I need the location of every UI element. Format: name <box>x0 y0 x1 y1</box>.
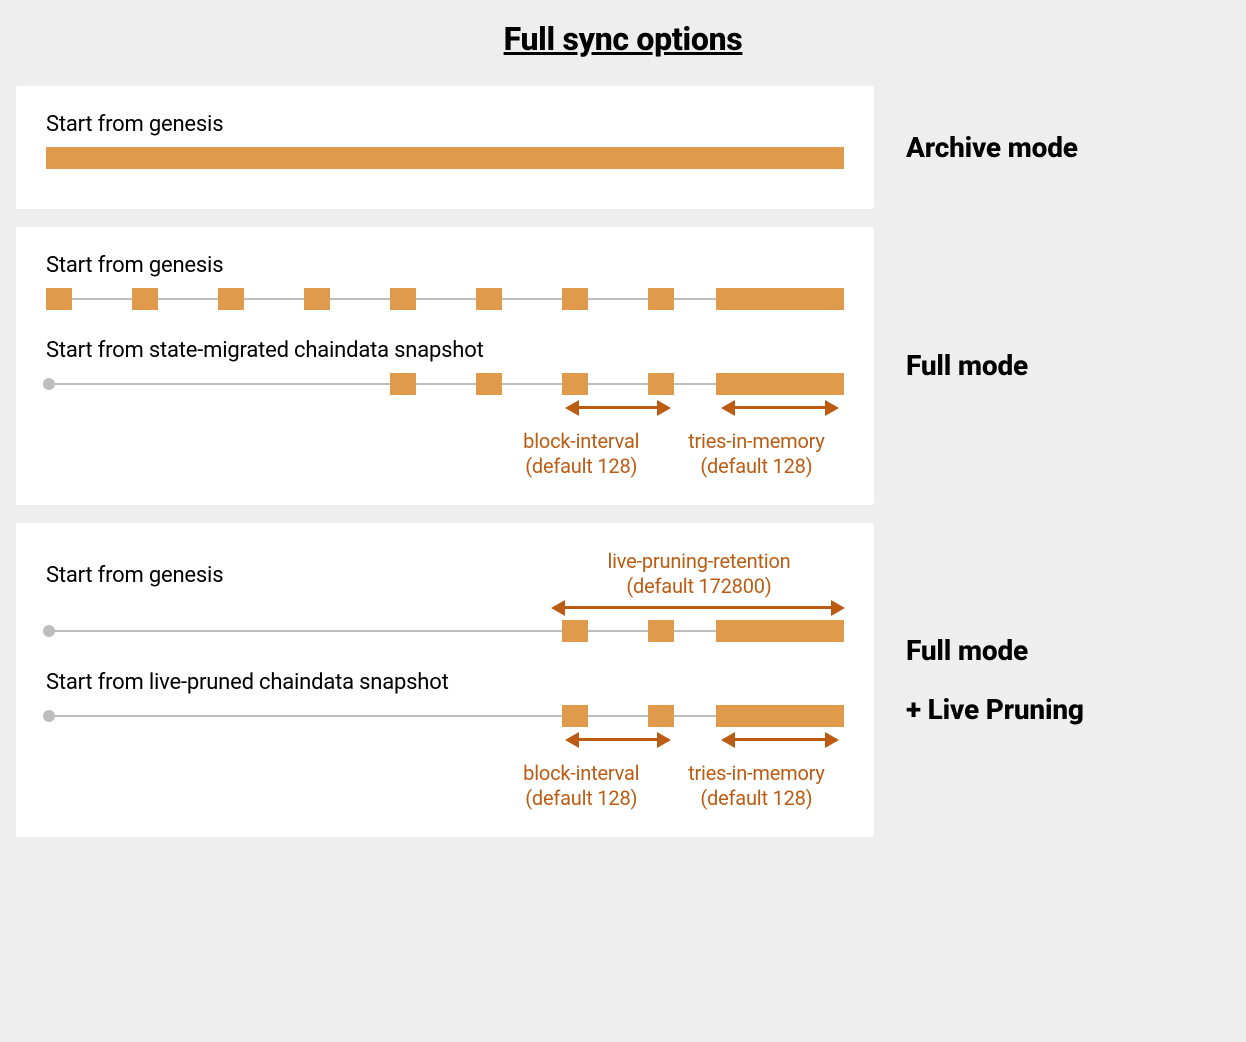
page-title: Full sync options <box>16 20 1230 58</box>
block-icon <box>476 288 502 310</box>
subtitle-full-snapshot: Start from state-migrated chaindata snap… <box>46 338 844 363</box>
start-dot-icon <box>43 625 55 637</box>
block-icon <box>562 373 588 395</box>
annotation-tries-in-memory: tries-in-memory (default 128) <box>669 761 844 811</box>
side-pruning: Full mode + Live Pruning <box>874 631 1230 729</box>
timeline-full-genesis <box>46 288 844 310</box>
annotation-live-pruning-retention: live-pruning-retention (default 172800) <box>554 549 844 599</box>
side-label-full: Full mode <box>906 346 1230 385</box>
block-icon <box>648 705 674 727</box>
timeline-full-snapshot: block-interval (default 128) tries-in-me… <box>46 373 844 479</box>
block-icon <box>648 373 674 395</box>
block-icon <box>716 620 844 642</box>
block-icon <box>304 288 330 310</box>
block-icon <box>476 373 502 395</box>
arrow-live-pruning-retention <box>554 606 842 609</box>
block-icon <box>648 288 674 310</box>
side-archive: Archive mode <box>874 128 1230 167</box>
arrow-tries-in-memory <box>724 738 836 741</box>
card-archive: Start from genesis <box>16 86 874 209</box>
timeline-pruning-snapshot: block-interval (default 128) tries-in-me… <box>46 705 844 811</box>
start-dot-icon <box>43 710 55 722</box>
annotation-tries-in-memory: tries-in-memory (default 128) <box>669 429 844 479</box>
block-icon <box>562 288 588 310</box>
side-label-pruning-1: Full mode <box>906 631 1230 670</box>
block-icon <box>390 373 416 395</box>
timeline-pruning-genesis <box>46 598 844 642</box>
block-icon <box>562 705 588 727</box>
block-icon <box>562 620 588 642</box>
subtitle-archive-genesis: Start from genesis <box>46 112 844 137</box>
row-full: Start from genesis Start from state-migr… <box>16 227 1230 505</box>
block-icon <box>390 288 416 310</box>
arrow-block-interval <box>568 406 668 409</box>
solid-bar <box>46 147 844 169</box>
side-label-archive: Archive mode <box>906 128 1230 167</box>
annotation-block-interval: block-interval (default 128) <box>494 429 669 479</box>
side-full: Full mode <box>874 346 1230 385</box>
block-icon <box>716 705 844 727</box>
timeline-archive <box>46 147 844 169</box>
arrow-block-interval <box>568 738 668 741</box>
arrow-tries-in-memory <box>724 406 836 409</box>
row-archive: Start from genesis Archive mode <box>16 86 1230 209</box>
annotation-block-interval: block-interval (default 128) <box>494 761 669 811</box>
card-pruning: live-pruning-retention (default 172800) … <box>16 523 874 837</box>
start-dot-icon <box>43 378 55 390</box>
block-icon <box>218 288 244 310</box>
block-icon <box>648 620 674 642</box>
row-pruning: live-pruning-retention (default 172800) … <box>16 523 1230 837</box>
card-full: Start from genesis Start from state-migr… <box>16 227 874 505</box>
block-icon <box>716 288 844 310</box>
block-icon <box>716 373 844 395</box>
block-icon <box>46 288 72 310</box>
subtitle-pruning-snapshot: Start from live-pruned chaindata snapsho… <box>46 670 844 695</box>
subtitle-full-genesis: Start from genesis <box>46 253 844 278</box>
side-label-pruning-2: + Live Pruning <box>906 690 1230 729</box>
block-icon <box>132 288 158 310</box>
